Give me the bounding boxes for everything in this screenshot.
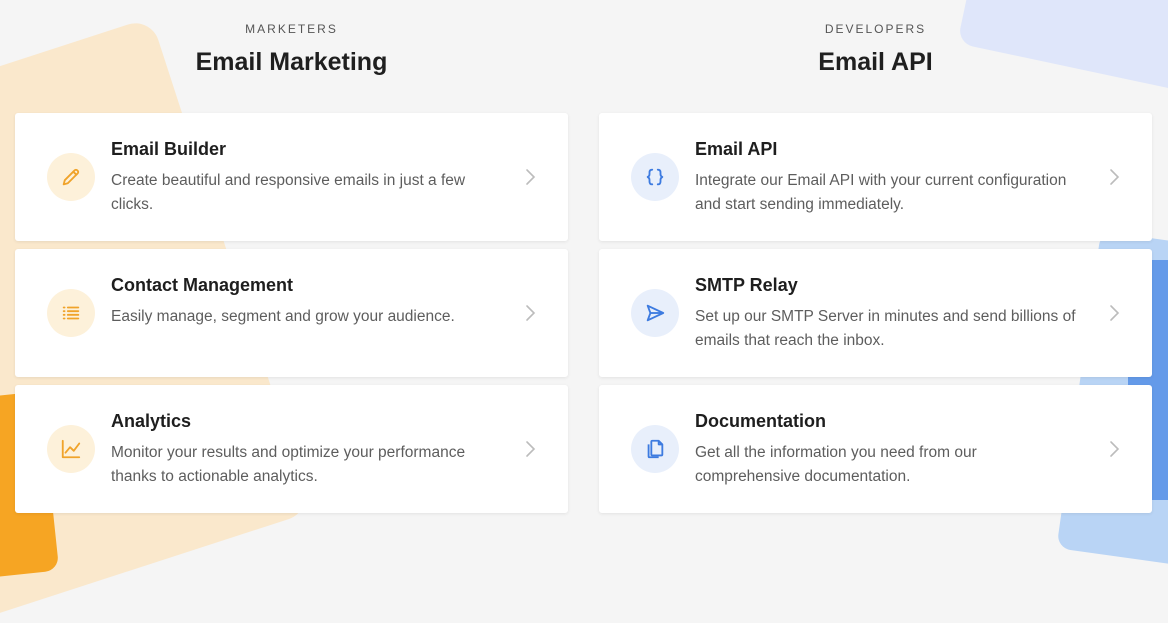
contact-management-card[interactable]: Contact Management Easily manage, segmen…	[15, 249, 568, 377]
line-chart-icon	[47, 425, 95, 473]
email-api-card[interactable]: Email API Integrate our Email API with y…	[599, 113, 1152, 241]
email-builder-card[interactable]: Email Builder Create beautiful and respo…	[15, 113, 568, 241]
chevron-right-icon	[1110, 305, 1120, 321]
card-description: Integrate our Email API with your curren…	[695, 172, 1067, 213]
developers-heading: Email API	[818, 48, 933, 76]
card-description: Set up our SMTP Server in minutes and se…	[695, 308, 1076, 349]
document-icon	[631, 425, 679, 473]
card-title: SMTP Relay	[695, 275, 798, 295]
card-title: Documentation	[695, 411, 827, 431]
list-icon	[47, 289, 95, 337]
chevron-right-icon	[1110, 169, 1120, 185]
analytics-card[interactable]: Analytics Monitor your results and optim…	[15, 385, 568, 513]
card-title: Email API	[695, 139, 778, 159]
developers-eyebrow: DEVELOPERS	[824, 22, 927, 36]
card-title: Email Builder	[111, 139, 227, 159]
card-description: Create beautiful and responsive emails i…	[111, 172, 466, 213]
braces-icon	[631, 153, 679, 201]
chevron-right-icon	[1110, 441, 1120, 457]
chevron-right-icon	[526, 305, 536, 321]
documentation-card[interactable]: Documentation Get all the information yo…	[599, 385, 1152, 513]
chevron-right-icon	[526, 169, 536, 185]
card-description: Get all the information you need from ou…	[695, 444, 977, 485]
card-description: Easily manage, segment and grow your aud…	[111, 308, 455, 325]
card-title: Analytics	[111, 411, 192, 431]
send-icon	[631, 289, 679, 337]
smtp-relay-card[interactable]: SMTP Relay Set up our SMTP Server in min…	[599, 249, 1152, 377]
chevron-right-icon	[526, 441, 536, 457]
card-title: Contact Management	[111, 275, 294, 295]
marketers-eyebrow: MARKETERS	[245, 22, 338, 36]
card-description: Monitor your results and optimize your p…	[111, 444, 466, 485]
pencil-icon	[47, 153, 95, 201]
marketers-heading: Email Marketing	[195, 48, 388, 76]
